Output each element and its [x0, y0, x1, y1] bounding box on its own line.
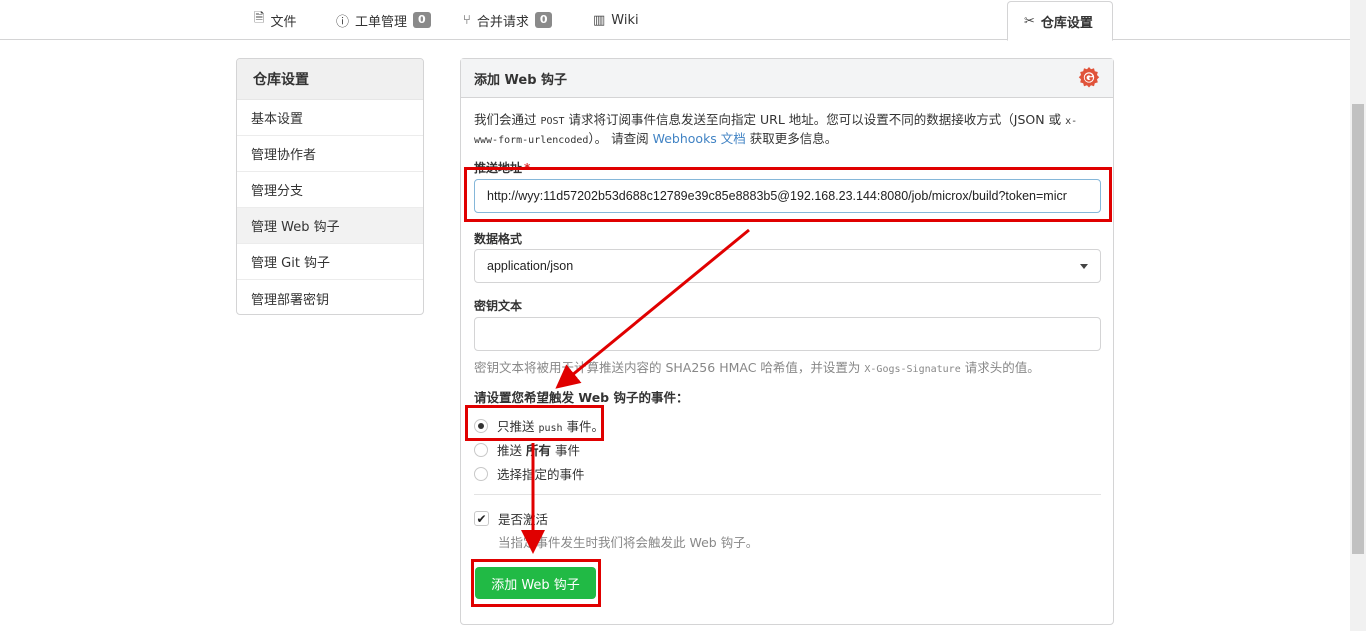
signature-header-code: X-Gogs-Signature: [864, 364, 961, 375]
tools-icon: ✂: [1024, 13, 1035, 29]
radio-label: 只推送 push 事件。: [497, 416, 604, 435]
url-label-text: 推送地址: [474, 161, 523, 175]
sidebar-item-branches[interactable]: 管理分支: [237, 172, 423, 208]
add-webhook-button[interactable]: 添加 Web 钩子: [475, 567, 596, 599]
radio-unchecked-icon: [474, 442, 488, 457]
desc-text: 我们会通过: [474, 112, 541, 127]
desc-text: 请求将订阅事件信息发送至向指定 URL 地址。您可以设置不同的数据接收方式（JS…: [564, 112, 1066, 127]
radio-text: 事件: [551, 443, 580, 458]
scrollbar-thumb[interactable]: [1352, 104, 1364, 554]
section-divider: [474, 494, 1101, 495]
issue-count-badge: 0: [413, 12, 431, 28]
gogs-logo-icon: [1078, 67, 1100, 88]
radio-text: 只推送: [497, 419, 539, 434]
pull-request-count-badge: 0: [534, 12, 553, 28]
checkmark-icon: ✔: [474, 511, 489, 526]
push-code: push: [538, 423, 563, 434]
secret-input[interactable]: [474, 317, 1101, 351]
tab-label: 仓库设置: [1040, 15, 1093, 31]
payload-url-input[interactable]: http://wyy:11d57202b53d688c12789e39c85e8…: [474, 179, 1101, 213]
radio-checked-icon: [474, 418, 488, 433]
tab-files[interactable]: 🗎 文件: [254, 0, 296, 40]
book-icon: ▥: [593, 12, 606, 28]
hint-text: 密钥文本将被用于计算推送内容的 SHA256 HMAC 哈希值，并设置为: [474, 360, 865, 375]
sidebar-item-git-hooks[interactable]: 管理 Git 钩子: [237, 244, 423, 280]
radio-send-everything[interactable]: 推送 所有 事件: [474, 440, 580, 459]
radio-choose-events[interactable]: 选择指定的事件: [474, 464, 585, 483]
sidebar-item-webhooks[interactable]: 管理 Web 钩子: [237, 208, 423, 244]
content-type-value: application/json: [487, 259, 574, 273]
radio-label: 推送 所有 事件: [497, 440, 580, 459]
pull-request-icon: ⑂: [463, 12, 471, 28]
secret-hint: 密钥文本将被用于计算推送内容的 SHA256 HMAC 哈希值，并设置为 X-G…: [474, 357, 1040, 376]
content-type-label: 数据格式: [474, 232, 523, 246]
radio-text: 推送: [497, 443, 526, 458]
desc-text: 获取更多信息。: [745, 131, 838, 146]
issue-icon: ⓘ: [336, 14, 350, 30]
radio-text: 事件。: [562, 419, 605, 434]
sidebar-header: 仓库设置: [237, 59, 423, 100]
tab-label: 合并请求: [476, 14, 529, 30]
tab-pull-requests[interactable]: ⑂ 合并请求 0: [463, 0, 553, 40]
desc-text: ）。 请查阅: [588, 131, 653, 146]
page-scrollbar[interactable]: [1350, 0, 1366, 631]
sidebar-item-options[interactable]: 基本设置: [237, 100, 423, 136]
url-label: 推送地址 *: [474, 159, 530, 176]
panel-title: 添加 Web 钩子: [461, 59, 1113, 98]
add-webhook-panel: 添加 Web 钩子 我们会通过 POST 请求将订阅事件信息发送至向指定 URL…: [460, 58, 1114, 625]
sidebar-item-deploy-keys[interactable]: 管理部署密钥: [237, 280, 423, 314]
tab-label: 工单管理: [355, 14, 408, 30]
radio-text-bold: 所有: [525, 443, 551, 458]
events-label: 请设置您希望触发 Web 钩子的事件：: [474, 390, 689, 405]
tab-issues[interactable]: ⓘ 工单管理 0: [336, 0, 431, 40]
tab-label: Wiki: [611, 12, 639, 28]
radio-unchecked-icon: [474, 466, 488, 481]
secret-label: 密钥文本: [474, 299, 523, 313]
radio-push-only[interactable]: 只推送 push 事件。: [474, 416, 604, 435]
active-hint: 当指定事件发生时我们将会触发此 Web 钩子。: [498, 535, 759, 550]
repo-tab-bar: 🗎 文件 ⓘ 工单管理 0 ⑂ 合并请求 0 ▥ Wiki ✂ 仓库设置: [0, 0, 1350, 41]
hint-text: 请求头的值。: [960, 360, 1040, 375]
active-label: 是否激活: [498, 512, 549, 527]
tab-settings[interactable]: ✂ 仓库设置: [1007, 1, 1113, 41]
desc-code-post: POST: [540, 116, 565, 127]
radio-label: 选择指定的事件: [497, 467, 585, 482]
tab-label: 文件: [270, 14, 297, 30]
settings-sidebar: 仓库设置 基本设置 管理协作者 管理分支 管理 Web 钩子 管理 Git 钩子…: [236, 58, 424, 315]
dropdown-caret-icon: [1080, 264, 1088, 269]
sidebar-item-collaborators[interactable]: 管理协作者: [237, 136, 423, 172]
required-asterisk: *: [524, 161, 531, 175]
active-checkbox[interactable]: ✔ 是否激活: [474, 509, 548, 528]
file-icon: 🗎: [254, 11, 265, 26]
tab-wiki[interactable]: ▥ Wiki: [593, 0, 639, 40]
content-type-select[interactable]: application/json: [474, 249, 1101, 283]
webhooks-docs-link[interactable]: Webhooks 文档: [653, 131, 746, 146]
webhook-description: 我们会通过 POST 请求将订阅事件信息发送至向指定 URL 地址。您可以设置不…: [474, 111, 1094, 149]
